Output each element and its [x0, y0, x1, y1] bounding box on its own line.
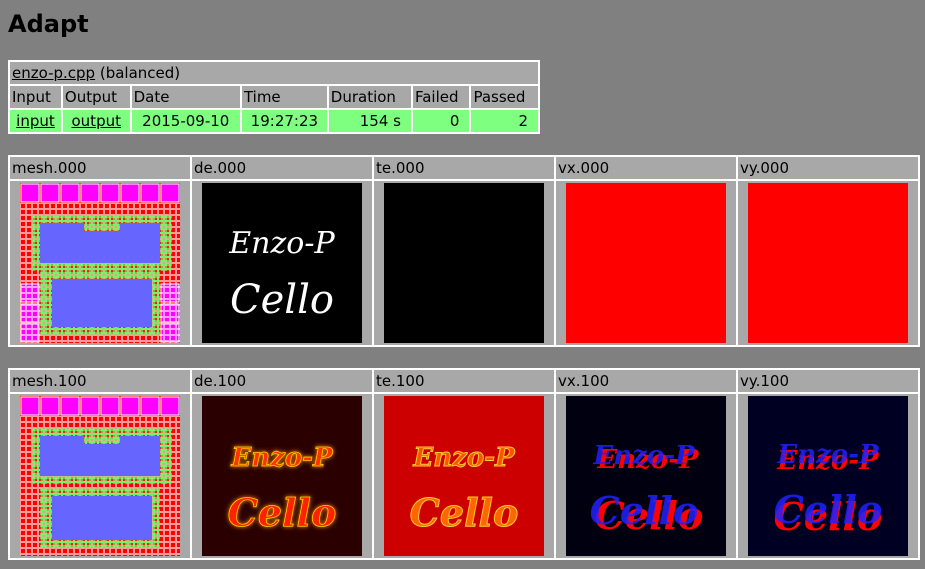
de-image[interactable]: Enzo-P Cello — [202, 183, 362, 343]
image-label-de: de.000 — [192, 157, 372, 179]
mesh-image-cell — [10, 181, 190, 345]
te-image[interactable] — [384, 183, 544, 343]
image-label-te: te.000 — [374, 157, 554, 179]
enzo-p-text: Enzo-P — [776, 440, 880, 470]
cello-text: Cello — [774, 487, 883, 532]
de-image-cell: Enzo-P Cello — [192, 394, 372, 558]
image-label-mesh: mesh.100 — [10, 370, 190, 392]
enzo-p-text: Enzo-P — [592, 441, 696, 471]
input-link[interactable]: input — [16, 112, 55, 130]
failed-value: 0 — [412, 110, 470, 132]
summary-header-row: Input Output Date Time Duration Failed P… — [10, 86, 538, 108]
image-label-de: de.100 — [192, 370, 372, 392]
test-summary-table: enzo-p.cpp (balanced) Input Output Date … — [8, 60, 540, 134]
image-table-step-0: mesh.000 de.000 te.000 vx.000 vy.000 Enz… — [8, 155, 920, 347]
test-file-link[interactable]: enzo-p.cpp — [12, 64, 95, 82]
header-failed: Failed — [412, 86, 470, 108]
duration-value: 154 s — [328, 110, 411, 132]
enzo-p-text: Enzo-P — [230, 443, 334, 473]
mesh-image[interactable] — [20, 183, 180, 343]
de-image-cell: Enzo-P Cello — [192, 181, 372, 345]
vx-image[interactable]: Enzo-P Enzo-P Cello Cello — [566, 396, 726, 556]
input-cell: input — [10, 110, 61, 132]
te-image-cell: Enzo-P Cello — [374, 394, 554, 558]
image-table-step-100: mesh.100 de.100 te.100 vx.100 vy.100 Enz… — [8, 368, 920, 560]
mesh-image[interactable] — [20, 396, 180, 556]
cello-text: Cello — [228, 490, 337, 535]
vx-image-cell: Enzo-P Enzo-P Cello Cello — [556, 394, 736, 558]
image-label-te: te.100 — [374, 370, 554, 392]
output-link[interactable]: output — [72, 112, 121, 130]
vy-image[interactable]: Enzo-P Enzo-P Cello Cello — [748, 396, 908, 556]
output-cell: output — [62, 110, 130, 132]
cello-text: Cello — [410, 490, 519, 535]
image-label-vx: vx.000 — [556, 157, 736, 179]
cello-text: Cello — [230, 277, 334, 323]
summary-data-row: input output 2015-09-10 19:27:23 154 s 0… — [10, 110, 538, 132]
vy-image[interactable] — [748, 183, 908, 343]
vy-image-cell: Enzo-P Enzo-P Cello Cello — [738, 394, 918, 558]
te-image-cell — [374, 181, 554, 345]
cello-text: Cello — [590, 488, 699, 533]
image-label-vy: vy.000 — [738, 157, 918, 179]
header-input: Input — [10, 86, 61, 108]
header-output: Output — [62, 86, 130, 108]
header-passed: Passed — [471, 86, 538, 108]
header-duration: Duration — [328, 86, 411, 108]
page-title: Adapt — [8, 10, 89, 38]
date-value: 2015-09-10 — [131, 110, 240, 132]
time-value: 19:27:23 — [241, 110, 327, 132]
test-file-cell: enzo-p.cpp (balanced) — [10, 62, 538, 84]
te-image[interactable]: Enzo-P Cello — [384, 396, 544, 556]
image-label-vy: vy.100 — [738, 370, 918, 392]
enzo-p-text: Enzo-P — [228, 226, 335, 261]
header-date: Date — [131, 86, 240, 108]
image-label-vx: vx.100 — [556, 370, 736, 392]
image-label-mesh: mesh.000 — [10, 157, 190, 179]
de-image[interactable]: Enzo-P Cello — [202, 396, 362, 556]
header-time: Time — [241, 86, 327, 108]
vx-image[interactable] — [566, 183, 726, 343]
test-mode-label: (balanced) — [99, 64, 181, 82]
vy-image-cell — [738, 181, 918, 345]
mesh-image-cell — [10, 394, 190, 558]
passed-value: 2 — [471, 110, 538, 132]
enzo-p-text: Enzo-P — [412, 443, 516, 473]
vx-image-cell — [556, 181, 736, 345]
